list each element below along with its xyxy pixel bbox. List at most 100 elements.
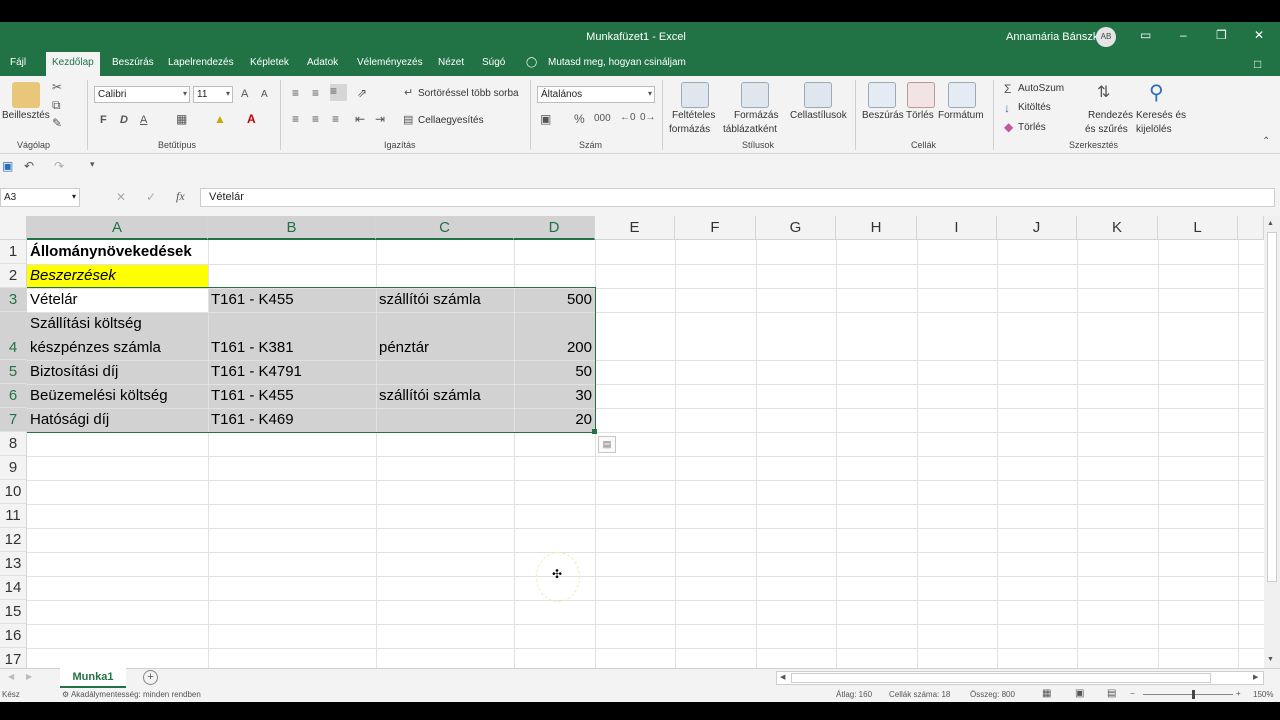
scrollbar-thumb[interactable] bbox=[1267, 232, 1277, 582]
wrap-text-button[interactable]: Sortöréssel több sorba bbox=[418, 88, 519, 99]
cell-c6[interactable]: szállítói számla bbox=[376, 387, 481, 404]
conditional-formatting-button[interactable]: Feltételes bbox=[672, 110, 715, 121]
zoom-slider[interactable] bbox=[1143, 694, 1233, 695]
tab-view[interactable]: Nézet bbox=[438, 57, 464, 68]
sigma-icon[interactable]: Σ bbox=[1004, 82, 1011, 96]
decrease-font-icon[interactable]: A bbox=[261, 89, 268, 100]
cell-a5[interactable]: Biztosítási díj bbox=[27, 363, 118, 380]
format-cells-button[interactable]: Formátum bbox=[938, 110, 984, 121]
align-top-icon[interactable]: ≡ bbox=[292, 86, 299, 100]
tab-help[interactable]: Súgó bbox=[482, 57, 505, 68]
worksheet-grid[interactable]: A B C D E F G H I J K L 1 2 3 4 5 6 7 8 … bbox=[0, 216, 1264, 668]
tell-me-search[interactable]: Mutasd meg, hogyan csináljam bbox=[548, 57, 686, 68]
cell-c3[interactable]: szállítói számla bbox=[376, 291, 481, 308]
add-sheet-icon[interactable]: + bbox=[143, 670, 158, 685]
row-header-7[interactable]: 7 bbox=[0, 408, 27, 432]
cell-c4[interactable]: pénztár bbox=[376, 339, 429, 356]
align-right-icon[interactable]: ≡ bbox=[332, 112, 339, 126]
increase-font-icon[interactable]: A bbox=[241, 88, 248, 100]
row-header-3[interactable]: 3 bbox=[0, 288, 27, 312]
find-select-button[interactable]: Keresés és bbox=[1136, 110, 1186, 121]
paste-icon[interactable] bbox=[12, 82, 40, 108]
row-header-4[interactable]: 4 bbox=[0, 312, 27, 360]
font-color-icon[interactable]: A bbox=[247, 112, 256, 126]
scroll-left-icon[interactable]: ◀ bbox=[780, 673, 785, 681]
cell-a7[interactable]: Hatósági díj bbox=[27, 411, 109, 428]
cell-styles-button[interactable]: Cellastílusok bbox=[790, 110, 847, 121]
select-all-corner[interactable] bbox=[0, 216, 27, 240]
column-header-m[interactable] bbox=[1238, 216, 1264, 240]
font-name-select[interactable]: Calibri ▾ bbox=[94, 86, 190, 103]
conditional-formatting-button-line2[interactable]: formázás bbox=[669, 124, 710, 135]
format-as-table-button[interactable]: Formázás bbox=[734, 110, 778, 121]
vertical-scrollbar[interactable]: ▲ ▼ bbox=[1264, 216, 1280, 668]
avatar[interactable]: AB bbox=[1096, 27, 1116, 47]
tab-home[interactable]: Kezdőlap bbox=[46, 52, 100, 76]
cell-d6[interactable]: 30 bbox=[514, 387, 595, 404]
cell-b6[interactable]: T161 - K455 bbox=[208, 387, 294, 404]
tab-insert[interactable]: Beszúrás bbox=[112, 57, 154, 68]
delete-cells-icon[interactable] bbox=[907, 82, 935, 108]
orientation-icon[interactable]: ⇗ bbox=[357, 86, 367, 100]
row-header-6[interactable]: 6 bbox=[0, 384, 27, 408]
close-button[interactable]: ✕ bbox=[1254, 28, 1264, 42]
tab-data[interactable]: Adatok bbox=[307, 57, 338, 68]
sort-filter-icon[interactable]: ⇅ bbox=[1097, 82, 1110, 102]
column-header-h[interactable]: H bbox=[836, 216, 917, 240]
row-header-5[interactable]: 5 bbox=[0, 360, 27, 384]
normal-view-icon[interactable]: ▦ bbox=[1042, 688, 1051, 699]
row-header-14[interactable]: 14 bbox=[0, 576, 27, 600]
column-header-j[interactable]: J bbox=[997, 216, 1077, 240]
sort-filter-button-line2[interactable]: és szűrés bbox=[1085, 124, 1128, 135]
cut-icon[interactable]: ✂ bbox=[52, 80, 62, 94]
borders-icon[interactable]: ▦ bbox=[176, 112, 187, 126]
eraser-icon[interactable]: ◆ bbox=[1004, 120, 1013, 134]
font-size-select[interactable]: 11 ▾ bbox=[193, 86, 233, 103]
row-header-8[interactable]: 8 bbox=[0, 432, 27, 456]
cell-styles-icon[interactable] bbox=[804, 82, 832, 108]
cell-a3[interactable]: Vételár bbox=[27, 291, 78, 308]
comments-icon[interactable]: □ bbox=[1254, 57, 1261, 71]
save-icon[interactable]: ▣ bbox=[2, 159, 13, 173]
percent-icon[interactable]: % bbox=[574, 112, 585, 126]
wrap-text-icon[interactable]: ↵ bbox=[404, 86, 413, 99]
delete-cells-button[interactable]: Törlés bbox=[906, 110, 934, 121]
format-cells-icon[interactable] bbox=[948, 82, 976, 108]
increase-decimal-icon[interactable]: ←0 bbox=[620, 112, 636, 123]
enter-icon[interactable]: ✓ bbox=[146, 190, 156, 204]
scroll-right-icon[interactable]: ▶ bbox=[1253, 673, 1258, 681]
tab-formulas[interactable]: Képletek bbox=[250, 57, 289, 68]
comma-style-icon[interactable]: 000 bbox=[594, 113, 611, 124]
autosum-button[interactable]: AutoSzum bbox=[1018, 83, 1064, 94]
insert-function-icon[interactable]: fx bbox=[176, 189, 185, 204]
column-header-a[interactable]: A bbox=[27, 216, 208, 240]
ribbon-display-icon[interactable]: ▭ bbox=[1140, 28, 1151, 42]
tab-page-layout[interactable]: Lapelrendezés bbox=[168, 57, 234, 68]
minimize-button[interactable]: – bbox=[1180, 28, 1187, 42]
customize-qat-icon[interactable]: ▾ bbox=[90, 159, 95, 170]
undo-icon[interactable]: ↶ bbox=[24, 159, 34, 173]
conditional-formatting-icon[interactable] bbox=[681, 82, 709, 108]
align-left-icon[interactable]: ≡ bbox=[292, 112, 299, 126]
row-header-9[interactable]: 9 bbox=[0, 456, 27, 480]
bold-button[interactable]: F bbox=[100, 114, 107, 126]
row-header-16[interactable]: 16 bbox=[0, 624, 27, 648]
clear-button[interactable]: Törlés bbox=[1018, 122, 1046, 133]
cancel-icon[interactable]: ✕ bbox=[116, 190, 126, 204]
column-header-c[interactable]: C bbox=[376, 216, 514, 240]
cell-a6[interactable]: Beüzemelési költség bbox=[27, 387, 168, 404]
column-header-i[interactable]: I bbox=[917, 216, 997, 240]
row-header-2[interactable]: 2 bbox=[0, 264, 27, 288]
formula-input[interactable]: Vételár bbox=[200, 188, 1275, 207]
fill-button[interactable]: Kitöltés bbox=[1018, 102, 1051, 113]
increase-indent-icon[interactable]: ⇥ bbox=[375, 112, 385, 126]
collapse-ribbon-icon[interactable]: ⌃ bbox=[1262, 136, 1270, 147]
quick-analysis-icon[interactable]: ▤ bbox=[598, 436, 616, 453]
insert-cells-icon[interactable] bbox=[868, 82, 896, 108]
row-header-10[interactable]: 10 bbox=[0, 480, 27, 504]
column-header-b[interactable]: B bbox=[208, 216, 376, 240]
tab-review[interactable]: Véleményezés bbox=[357, 57, 423, 68]
row-header-11[interactable]: 11 bbox=[0, 504, 27, 528]
scroll-down-icon[interactable]: ▼ bbox=[1267, 656, 1274, 663]
column-header-k[interactable]: K bbox=[1077, 216, 1158, 240]
